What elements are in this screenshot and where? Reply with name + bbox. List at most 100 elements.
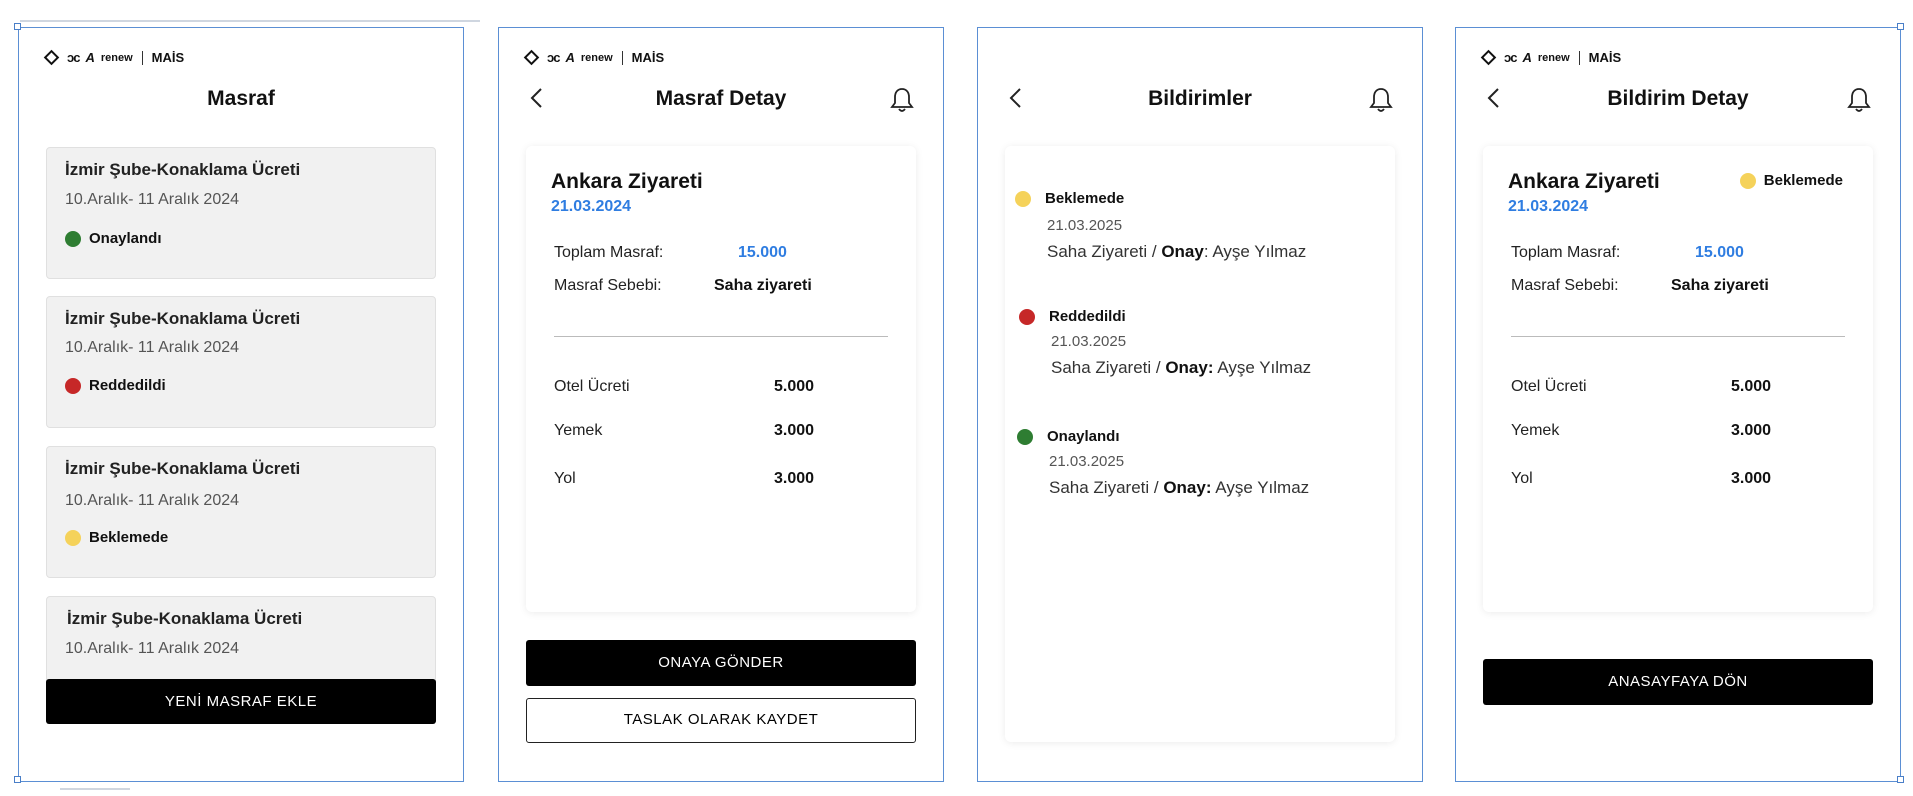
alpine-logo: A <box>565 50 575 65</box>
save-draft-button[interactable]: TASLAK OLARAK KAYDET <box>526 698 916 743</box>
status-dot <box>1019 308 1035 325</box>
notification-date: 21.03.2025 <box>1047 217 1123 234</box>
selection-handle[interactable] <box>1897 23 1904 30</box>
expense-detail-card: Ankara Ziyareti 21.03.2024 Toplam Masraf… <box>526 146 916 612</box>
send-for-approval-button[interactable]: ONAYA GÖNDER <box>526 640 916 686</box>
item-label: Otel Ücreti <box>1511 378 1587 395</box>
status-badge: Onaylandı <box>65 230 162 247</box>
mais-logo: MAİS <box>1588 50 1622 65</box>
dacia-logo: ɔc <box>547 50 561 65</box>
trip-name: Ankara Ziyareti <box>551 170 703 193</box>
status-label: Onaylandı <box>89 230 162 247</box>
notification-detail-card: Ankara Ziyareti 21.03.2024 Beklemede Top… <box>1483 146 1873 612</box>
expense-title: İzmir Şube-Konaklama Ücreti <box>67 609 303 628</box>
trip-name: Ankara Ziyareti <box>1508 170 1660 193</box>
page-title: Bildirimler <box>1148 87 1252 110</box>
alpine-logo: A <box>85 50 95 65</box>
status-dot <box>65 230 81 247</box>
expense-card[interactable]: İzmir Şube-Konaklama Ücreti 10.Aralık- 1… <box>46 446 436 578</box>
mais-logo: MAİS <box>151 50 185 65</box>
notification-item[interactable]: Beklemede 21.03.2025 Saha Ziyareti / Ona… <box>1015 190 1306 262</box>
dacia-logo: ɔc <box>67 50 81 65</box>
status-label: Beklemede <box>1763 172 1843 189</box>
item-label: Yol <box>1511 470 1533 487</box>
expense-title: İzmir Şube-Konaklama Ücreti <box>65 309 301 328</box>
notification-status: Reddedildi <box>1049 308 1126 325</box>
notification-approver: Ayşe Yılmaz <box>1211 478 1310 497</box>
expense-title: İzmir Şube-Konaklama Ücreti <box>65 459 301 478</box>
logo-divider <box>1578 50 1580 65</box>
notification-text: Saha Ziyareti / Onay: Ayşe Yılmaz <box>1047 242 1306 262</box>
status-badge: Beklemede <box>1739 172 1843 189</box>
divider <box>1511 336 1845 337</box>
canvas-guide <box>60 788 130 790</box>
total-label: Toplam Masraf: <box>554 244 664 261</box>
notification-approver-label: Onay <box>1161 242 1204 261</box>
selection-handle[interactable] <box>14 23 21 30</box>
expense-card[interactable]: İzmir Şube-Konaklama Ücreti 10.Aralık- 1… <box>46 147 436 279</box>
item-label: Yol <box>554 470 576 487</box>
logo-divider <box>621 50 623 65</box>
status-badge: Reddedildi <box>65 377 166 394</box>
expense-date: 10.Aralık- 11 Aralık 2024 <box>65 191 240 208</box>
notifications-card: Beklemede 21.03.2025 Saha Ziyareti / Ona… <box>1005 146 1395 742</box>
status-label: Beklemede <box>89 529 169 546</box>
expense-card[interactable]: İzmir Şube-Konaklama Ücreti 10.Aralık- 1… <box>46 296 436 428</box>
status-badge: Beklemede <box>65 529 168 546</box>
item-value: 3.000 <box>774 422 815 439</box>
renault-logo-icon <box>523 49 540 66</box>
notification-text: Saha Ziyareti / Onay: Ayşe Yılmaz <box>1051 358 1311 378</box>
notification-prefix: Saha Ziyareti / <box>1049 478 1164 497</box>
renew-logo: renew <box>1537 51 1570 64</box>
logo-divider <box>141 50 143 65</box>
notification-status: Onaylandı <box>1047 428 1120 445</box>
add-expense-button[interactable]: YENİ MASRAF EKLE <box>46 679 436 724</box>
page-title: Masraf <box>207 87 275 110</box>
bell-icon[interactable] <box>1846 86 1872 114</box>
notification-approver-label: Onay: <box>1163 478 1212 497</box>
item-value: 3.000 <box>1731 422 1772 439</box>
expense-date: 10.Aralık- 11 Aralık 2024 <box>65 640 240 657</box>
selection-handle[interactable] <box>1897 776 1904 783</box>
expense-date: 10.Aralık- 11 Aralık 2024 <box>65 492 240 509</box>
bell-icon[interactable] <box>889 86 915 114</box>
item-value: 5.000 <box>1731 378 1772 395</box>
item-label: Otel Ücreti <box>554 378 630 395</box>
notifications-screen: Bildirimler Beklemede 21.03.2025 Saha Zi… <box>977 27 1423 782</box>
status-dot <box>65 377 81 394</box>
trip-date: 21.03.2024 <box>1508 198 1589 215</box>
page-title: Bildirim Detay <box>1607 87 1749 110</box>
status-dot <box>1017 428 1033 445</box>
alpine-logo: A <box>1522 50 1532 65</box>
notification-approver: Ayşe Yılmaz <box>1213 358 1312 377</box>
page-title: Masraf Detay <box>655 87 787 110</box>
home-button[interactable]: ANASAYFAYA DÖN <box>1483 659 1873 705</box>
item-value: 5.000 <box>774 378 815 395</box>
notification-prefix: Saha Ziyareti / <box>1051 358 1166 377</box>
notification-text: Saha Ziyareti / Onay: Ayşe Yılmaz <box>1049 478 1309 498</box>
notification-item[interactable]: Reddedildi 21.03.2025 Saha Ziyareti / On… <box>1019 308 1311 378</box>
expense-list-screen: ɔc A renew MAİS Masraf İzmir Şube-Konakl… <box>18 27 464 782</box>
notification-approver-label: Onay: <box>1165 358 1214 377</box>
mais-logo: MAİS <box>631 50 665 65</box>
selection-handle[interactable] <box>14 776 21 783</box>
item-label: Yemek <box>1511 422 1560 439</box>
expense-date: 10.Aralık- 11 Aralık 2024 <box>65 339 240 356</box>
total-value: 15.000 <box>1695 244 1744 261</box>
status-dot <box>65 529 81 546</box>
renew-logo: renew <box>100 51 133 64</box>
dacia-logo: ɔc <box>1504 50 1518 65</box>
status-dot <box>1739 172 1756 189</box>
reason-label: Masraf Sebebi: <box>554 277 662 294</box>
renault-logo-icon <box>1480 49 1497 66</box>
item-label: Yemek <box>554 422 603 439</box>
bell-icon[interactable] <box>1368 86 1394 114</box>
notification-status: Beklemede <box>1045 190 1125 207</box>
notification-prefix: Saha Ziyareti / <box>1047 242 1162 261</box>
renault-logo-icon <box>43 49 60 66</box>
notification-item[interactable]: Onaylandı 21.03.2025 Saha Ziyareti / Ona… <box>1017 428 1309 498</box>
item-value: 3.000 <box>1731 470 1772 487</box>
reason-value: Saha ziyareti <box>1671 277 1769 294</box>
total-label: Toplam Masraf: <box>1511 244 1621 261</box>
reason-label: Masraf Sebebi: <box>1511 277 1619 294</box>
